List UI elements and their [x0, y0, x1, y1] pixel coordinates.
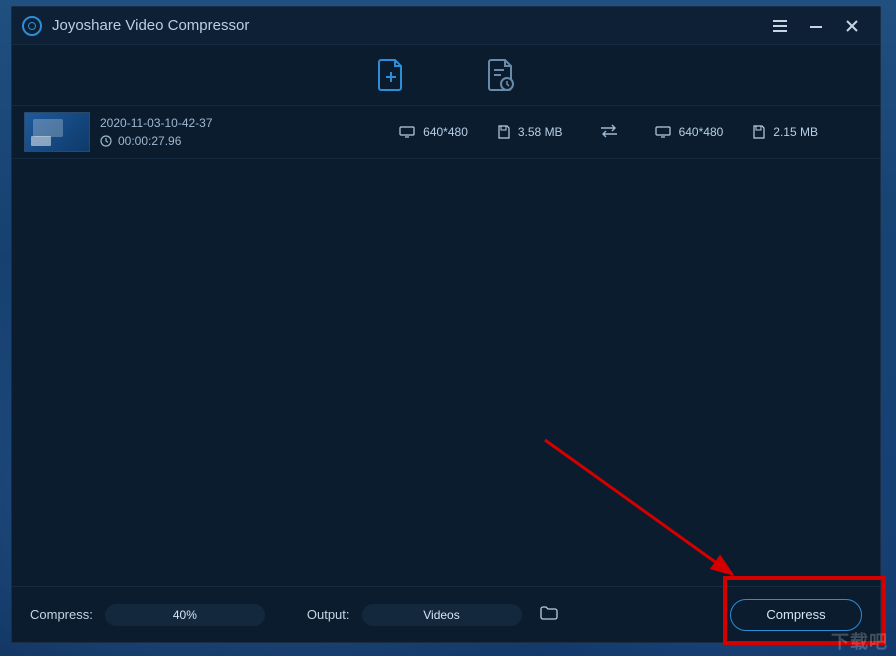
compress-button[interactable]: Compress	[730, 599, 862, 631]
close-button[interactable]	[834, 11, 870, 41]
output-resolution: 640*480	[679, 125, 724, 139]
minimize-button[interactable]	[798, 11, 834, 41]
watermark: 下载吧	[831, 628, 888, 654]
app-title: Joyoshare Video Compressor	[52, 17, 762, 34]
output-size: 2.15 MB	[773, 125, 818, 139]
source-resolution: 640*480	[423, 125, 468, 139]
disk-icon	[498, 125, 510, 139]
disk-icon	[753, 125, 765, 139]
add-file-button[interactable]	[374, 55, 408, 95]
toolbar	[12, 45, 880, 105]
file-meta: 2020-11-03-10-42-37 00:00:27.96	[100, 116, 260, 148]
file-duration: 00:00:27.96	[118, 134, 181, 148]
compress-label: Compress:	[30, 607, 93, 622]
monitor-icon	[399, 126, 415, 138]
compress-value: 40%	[173, 608, 197, 622]
source-spec: 640*480 3.58 MB	[399, 125, 562, 139]
compress-value-pill[interactable]: 40%	[105, 604, 265, 626]
video-thumbnail	[24, 112, 90, 152]
output-spec: 640*480 2.15 MB	[655, 125, 818, 139]
file-name: 2020-11-03-10-42-37	[100, 116, 260, 130]
titlebar: Joyoshare Video Compressor	[12, 7, 880, 45]
clock-icon	[100, 135, 112, 147]
output-value: Videos	[423, 608, 459, 622]
output-path-pill[interactable]: Videos	[362, 604, 522, 626]
app-logo-icon	[22, 16, 42, 36]
monitor-icon	[655, 126, 671, 138]
menu-button[interactable]	[762, 11, 798, 41]
output-label: Output:	[307, 607, 350, 622]
convert-arrows-icon	[599, 124, 619, 141]
source-size: 3.58 MB	[518, 125, 563, 139]
bottom-bar: Compress: 40% Output: Videos Compress	[12, 586, 880, 642]
app-window: Joyoshare Video Compressor	[11, 6, 881, 643]
history-button[interactable]	[484, 55, 518, 95]
file-row[interactable]: 2020-11-03-10-42-37 00:00:27.96 640*480 …	[12, 105, 880, 159]
file-list: 2020-11-03-10-42-37 00:00:27.96 640*480 …	[12, 105, 880, 586]
open-folder-button[interactable]	[540, 606, 558, 623]
compress-button-label: Compress	[766, 607, 825, 622]
